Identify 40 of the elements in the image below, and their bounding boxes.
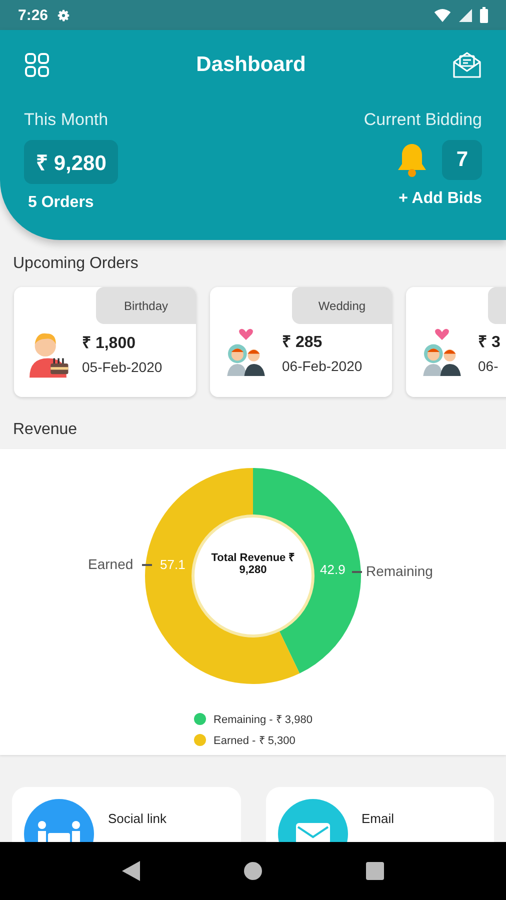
bid-count: 7	[442, 140, 482, 180]
shortcut-label: Email	[362, 811, 394, 826]
legend-label: Earned - ₹ 5,300	[214, 734, 296, 747]
order-date: 06-Feb-2020	[282, 358, 362, 374]
shortcut-card[interactable]: Social link	[12, 787, 240, 842]
order-card[interactable]: Birthday ₹ 1,800 05-Feb-2020	[14, 287, 196, 397]
battery-icon	[480, 7, 488, 23]
slice-value: 57.1	[160, 557, 186, 572]
wifi-icon	[434, 8, 451, 22]
settings-icon	[56, 8, 72, 22]
signal-icon	[459, 8, 472, 22]
category-tag: Wedding	[292, 287, 392, 324]
shortcut-card[interactable]: Email	[266, 787, 494, 842]
this-month-label: This Month	[24, 110, 108, 130]
order-card[interactable]: ₹ 3 06-	[406, 287, 506, 397]
envelope-icon[interactable]	[452, 50, 482, 80]
section-title: Revenue	[12, 420, 78, 439]
current-bidding-label: Current Bidding	[364, 110, 482, 130]
clock-time: 7:26	[18, 6, 48, 24]
order-amount: ₹ 1,800	[82, 334, 136, 353]
slice-value: 42.9	[320, 562, 346, 577]
back-icon[interactable]	[122, 861, 140, 881]
legend-label: Remaining - ₹ 3,980	[214, 713, 312, 726]
slice-label: Earned	[88, 556, 134, 572]
orders-count: 5 Orders	[27, 194, 94, 212]
page-title: Dashboard	[196, 53, 306, 77]
order-date: 06-	[478, 358, 500, 374]
shortcut-label: Social link	[108, 811, 167, 826]
category-tag: Birthday	[96, 287, 196, 324]
home-icon[interactable]	[244, 862, 262, 880]
total-revenue-text: Total Revenue ₹ 9,280	[210, 551, 296, 576]
order-date: 05-Feb-2020	[82, 359, 162, 375]
monthly-amount: ₹ 9,280	[24, 140, 118, 184]
order-amount: ₹ 285	[282, 333, 324, 352]
grid-menu-icon[interactable]	[24, 52, 50, 78]
slice-label: Remaining	[366, 563, 433, 579]
section-title: Upcoming Orders	[12, 254, 140, 273]
bell-icon	[396, 142, 428, 178]
order-amount: ₹ 3	[478, 333, 500, 352]
order-card[interactable]: Wedding ₹ 285 06-Feb-2020	[210, 287, 392, 397]
